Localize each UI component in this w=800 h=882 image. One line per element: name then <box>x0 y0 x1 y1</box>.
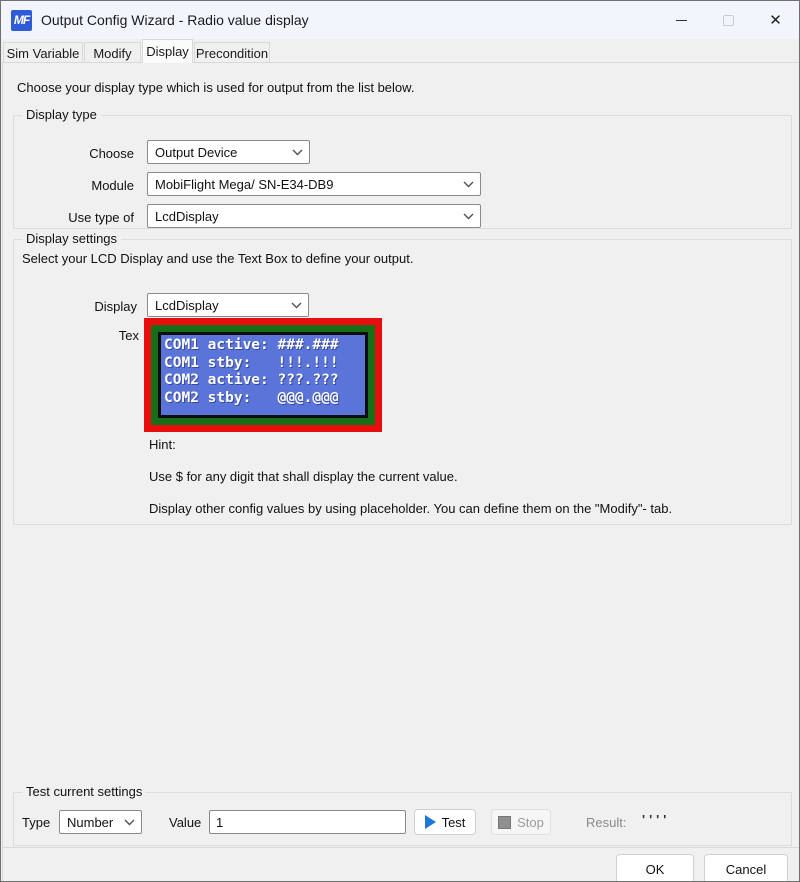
play-icon <box>425 815 436 829</box>
lcd-frame: COM1 active: ###.###COM1 stby: !!!.!!!CO… <box>151 325 375 425</box>
ok-button[interactable]: OK <box>616 854 694 882</box>
result-value: '''' <box>642 812 670 827</box>
display-type-group: Display type Choose Output Device Module… <box>13 115 792 229</box>
value-input[interactable] <box>209 810 406 834</box>
lcd-text-input[interactable]: COM1 active: ###.###COM1 stby: !!!.!!!CO… <box>161 335 365 415</box>
type-select[interactable]: Number <box>59 810 142 834</box>
tab-strip: Sim Variable Modify Display Precondition <box>1 39 799 63</box>
chevron-down-icon <box>284 302 308 309</box>
maximize-button <box>705 1 752 39</box>
tab-precondition[interactable]: Precondition <box>194 42 270 63</box>
test-settings-legend: Test current settings <box>22 784 146 799</box>
minimize-icon <box>676 20 687 21</box>
lcd-line: COM2 stby: @@@.@@@ <box>164 390 362 408</box>
window-title: Output Config Wizard - Radio value displ… <box>41 12 309 28</box>
cancel-button[interactable]: Cancel <box>704 854 788 882</box>
hint-title: Hint: <box>149 437 176 452</box>
module-select[interactable]: MobiFlight Mega/ SN-E34-DB9 <box>147 172 481 196</box>
tab-modify[interactable]: Modify <box>84 42 141 63</box>
chevron-down-icon <box>456 181 480 188</box>
module-label: Module <box>14 178 134 193</box>
display-tab-page: Choose your display type which is used f… <box>2 62 800 882</box>
display-settings-legend: Display settings <box>22 231 121 246</box>
choose-label: Choose <box>14 146 134 161</box>
maximize-icon <box>723 15 734 26</box>
display-select[interactable]: LcdDisplay <box>147 293 309 317</box>
intro-text: Choose your display type which is used f… <box>17 80 414 95</box>
value-label: Value <box>169 815 209 830</box>
chevron-down-icon <box>117 819 141 826</box>
display-type-legend: Display type <box>22 107 101 122</box>
lcd-bezel: COM1 active: ###.###COM1 stby: !!!.!!!CO… <box>158 332 368 418</box>
stop-icon <box>498 816 511 829</box>
display-label: Display <box>14 299 137 314</box>
test-button[interactable]: Test <box>414 809 476 835</box>
tab-display[interactable]: Display <box>142 39 193 63</box>
lcd-line: COM1 active: ###.### <box>164 337 362 355</box>
close-icon: ✕ <box>769 13 782 28</box>
mobiflight-logo-icon: MF <box>11 10 32 31</box>
hint-placeholder: Display other config values by using pla… <box>149 501 672 516</box>
hint-dollar: Use $ for any digit that shall display t… <box>149 469 458 484</box>
use-type-of-label: Use type of <box>14 210 134 225</box>
lcd-line: COM2 active: ???.??? <box>164 372 362 390</box>
titlebar: MF Output Config Wizard - Radio value di… <box>1 1 799 39</box>
chevron-down-icon <box>285 149 309 156</box>
text-label: Tex <box>14 328 139 343</box>
close-button[interactable]: ✕ <box>752 1 799 39</box>
lcd-highlight-border: COM1 active: ###.###COM1 stby: !!!.!!!CO… <box>144 318 382 432</box>
lcd-line: COM1 stby: !!!.!!! <box>164 355 362 373</box>
output-config-wizard-window: MF Output Config Wizard - Radio value di… <box>0 0 800 882</box>
lcd-instruction: Select your LCD Display and use the Text… <box>22 251 413 266</box>
test-settings-group: Test current settings Type Number Value … <box>13 792 792 846</box>
tab-sim-variable[interactable]: Sim Variable <box>3 42 83 63</box>
choose-select[interactable]: Output Device <box>147 140 310 164</box>
result-label: Result: <box>586 815 626 830</box>
display-settings-group: Display settings Select your LCD Display… <box>13 239 792 525</box>
chevron-down-icon <box>456 213 480 220</box>
stop-button: Stop <box>491 809 551 835</box>
footer-divider <box>3 847 800 848</box>
minimize-button[interactable] <box>658 1 705 39</box>
use-type-of-select[interactable]: LcdDisplay <box>147 204 481 228</box>
type-label: Type <box>22 815 57 830</box>
